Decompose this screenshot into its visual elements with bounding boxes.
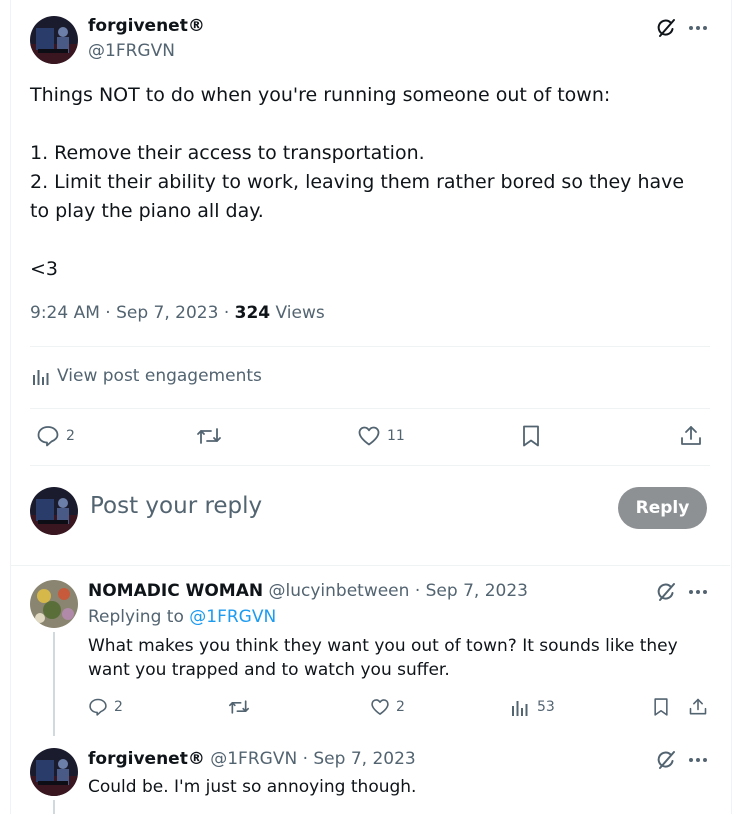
replying-to-label: Replying to bbox=[88, 607, 190, 627]
reply-count: 2 bbox=[114, 699, 123, 715]
reply-author-handle[interactable]: @lucyinbetween bbox=[269, 581, 410, 601]
more-icon[interactable] bbox=[688, 25, 708, 31]
divider bbox=[10, 565, 730, 566]
like-action[interactable]: 2 bbox=[370, 697, 410, 719]
avatar[interactable] bbox=[30, 580, 78, 628]
reply-button[interactable]: Reply bbox=[618, 487, 707, 529]
avatar[interactable] bbox=[30, 16, 78, 64]
reply-date[interactable]: · Sep 7, 2023 bbox=[303, 749, 416, 769]
tweet-time-date[interactable]: 9:24 AM · Sep 7, 2023 · bbox=[30, 303, 235, 323]
views-count: 324 bbox=[234, 303, 271, 323]
reply-date[interactable]: · Sep 7, 2023 bbox=[415, 581, 528, 601]
reply-author-handle[interactable]: @1FRGVN bbox=[210, 749, 297, 769]
grok-icon[interactable] bbox=[655, 17, 677, 39]
bookmark-action[interactable] bbox=[651, 697, 671, 717]
grok-icon[interactable] bbox=[655, 749, 677, 771]
author-handle[interactable]: @1FRGVN bbox=[88, 41, 175, 61]
retweet-icon bbox=[228, 697, 250, 717]
divider bbox=[30, 408, 710, 409]
share-action[interactable] bbox=[679, 424, 703, 448]
bookmark-icon bbox=[651, 697, 671, 717]
thread-line bbox=[53, 632, 55, 736]
retweet-action[interactable] bbox=[228, 697, 250, 717]
reply-action[interactable]: 2 bbox=[88, 697, 128, 719]
replying-to-handle[interactable]: @1FRGVN bbox=[189, 607, 276, 627]
bookmark-icon bbox=[519, 424, 543, 448]
reply-input[interactable]: Post your reply bbox=[90, 493, 262, 519]
reply-author-name[interactable]: NOMADIC WOMAN bbox=[88, 581, 263, 601]
retweet-icon bbox=[196, 424, 222, 448]
thread-line bbox=[53, 800, 55, 814]
reply-text: Could be. I'm just so annoying though. bbox=[88, 777, 417, 797]
reply-text: What makes you think they want you out o… bbox=[88, 636, 678, 680]
replying-to: Replying to @1FRGVN bbox=[88, 607, 276, 627]
more-icon[interactable] bbox=[688, 589, 708, 595]
analytics-icon bbox=[32, 368, 50, 386]
reply-icon bbox=[36, 424, 60, 448]
retweet-action[interactable] bbox=[196, 424, 222, 448]
grok-icon[interactable] bbox=[655, 581, 677, 603]
views-count: 53 bbox=[537, 699, 555, 715]
reply-header: NOMADIC WOMAN @lucyinbetween · Sep 7, 20… bbox=[88, 581, 528, 601]
like-count: 2 bbox=[396, 699, 405, 715]
more-icon[interactable] bbox=[688, 757, 708, 763]
reply-header: forgivenet® @1FRGVN · Sep 7, 2023 bbox=[88, 749, 416, 769]
tweet-body: Things NOT to do when you're running som… bbox=[30, 84, 685, 280]
like-count: 11 bbox=[387, 428, 405, 444]
share-icon bbox=[679, 424, 703, 448]
view-engagements-label: View post engagements bbox=[57, 366, 262, 386]
like-icon bbox=[370, 697, 390, 717]
analytics-icon bbox=[511, 699, 529, 717]
views-label: Views bbox=[275, 303, 325, 323]
share-action[interactable] bbox=[688, 697, 708, 717]
divider bbox=[30, 465, 710, 466]
avatar[interactable] bbox=[30, 748, 78, 796]
tweet-meta: 9:24 AM · Sep 7, 2023 · 324 Views bbox=[30, 303, 325, 323]
divider bbox=[30, 346, 710, 347]
share-icon bbox=[688, 697, 708, 717]
reply-icon bbox=[88, 697, 108, 717]
avatar[interactable] bbox=[30, 487, 78, 535]
bookmark-action[interactable] bbox=[519, 424, 543, 448]
like-icon bbox=[357, 424, 381, 448]
like-action[interactable]: 11 bbox=[357, 424, 407, 450]
reply-author-name[interactable]: forgivenet® bbox=[88, 749, 205, 769]
reply-count: 2 bbox=[66, 428, 75, 444]
reply-action[interactable]: 2 bbox=[36, 424, 86, 450]
author-name[interactable]: forgivenet® bbox=[88, 16, 205, 36]
views-action[interactable]: 53 bbox=[511, 697, 561, 719]
